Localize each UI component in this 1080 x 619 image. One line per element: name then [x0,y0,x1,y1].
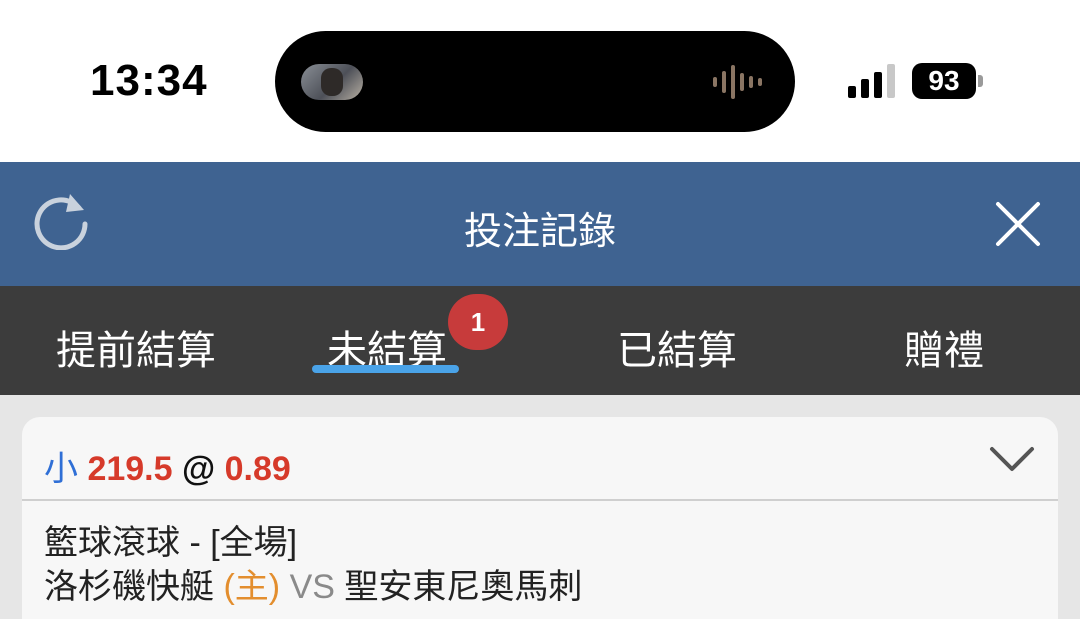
tab-gifts[interactable]: 贈禮 [904,318,984,376]
status-time: 13:34 [90,56,208,105]
bet-market: 籃球滾球 - [全場] [44,524,298,562]
bet-card-body: 籃球滾球 - [全場] 洛杉磯快艇 (主) VS 聖安東尼奧馬刺 [44,521,1044,609]
close-icon[interactable] [990,196,1046,252]
battery-icon: 93 [912,63,986,99]
page-title: 投注記錄 [463,211,616,253]
bet-at-symbol: @ [182,450,216,488]
app-header: 投注記錄 [0,162,1080,286]
unsettled-count-badge: 1 [448,294,508,350]
tab-early-settlement[interactable]: 提前結算 [56,318,216,376]
tab-bar: 提前結算 未結算 已結算 贈禮 [0,286,1080,395]
media-thumbnail-icon [301,64,363,100]
bet-odds: 0.89 [224,450,291,488]
bet-line-value: 219.5 [87,450,173,488]
bet-card[interactable]: 小 219.5 @ 0.89 籃球滾球 - [全場] 洛杉磯快艇 (主) VS … [22,417,1058,619]
tab-settled[interactable]: 已結算 [617,318,737,376]
vs-label: VS [289,568,335,606]
dynamic-island[interactable] [275,31,795,132]
bet-list: 小 219.5 @ 0.89 籃球滾球 - [全場] 洛杉磯快艇 (主) VS … [0,395,1080,619]
active-tab-indicator [312,365,459,373]
battery-cap [978,75,983,87]
bet-side: 小 [44,450,78,488]
home-tag: (主) [223,568,281,606]
battery-level: 93 [912,63,976,99]
bet-match: 洛杉磯快艇 (主) VS 聖安東尼奧馬刺 [44,565,1044,609]
bet-card-header[interactable]: 小 219.5 @ 0.89 [22,417,1058,501]
audio-waveform-icon [713,65,762,99]
home-team: 洛杉磯快艇 [44,568,214,606]
away-team: 聖安東尼奧馬刺 [344,568,583,606]
status-bar: 13:34 93 [0,0,1080,162]
signal-bars-icon [848,64,895,98]
chevron-down-icon[interactable] [988,441,1036,477]
bet-selection: 小 219.5 @ 0.89 [44,441,291,490]
